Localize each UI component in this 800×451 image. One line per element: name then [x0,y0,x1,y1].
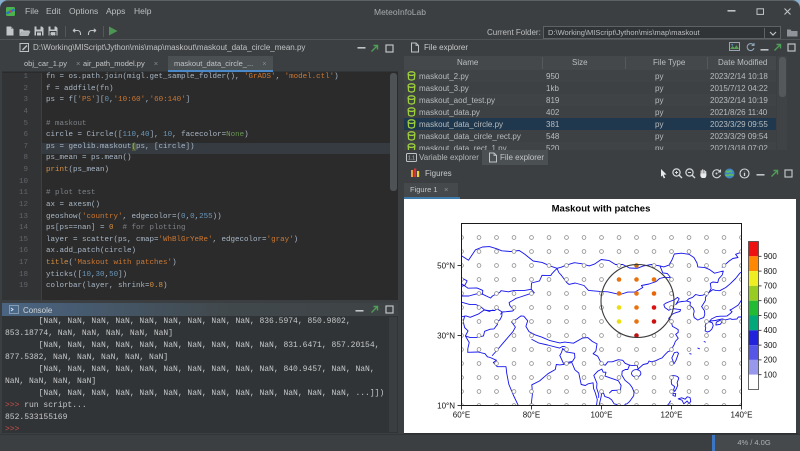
svg-text:400: 400 [764,326,778,335]
svg-text:100: 100 [764,370,778,379]
svg-text:700: 700 [764,281,778,290]
svg-text:200: 200 [764,355,778,364]
svg-text:1.1: 1.1 [408,156,415,162]
svg-text:900: 900 [764,252,778,261]
svg-text:Maskout with patches: Maskout with patches [552,203,651,214]
svg-text:800: 800 [764,266,778,275]
svg-text:100°E: 100°E [591,410,613,419]
svg-text:50°N: 50°N [437,261,455,270]
svg-text:140°E: 140°E [731,410,753,419]
svg-text:30°N: 30°N [437,331,455,340]
svg-text:500: 500 [764,311,778,320]
svg-text:60°E: 60°E [453,410,470,419]
svg-text:120°E: 120°E [661,410,683,419]
svg-text:10°N: 10°N [437,401,455,410]
svg-text:300: 300 [764,340,778,349]
svg-text:80°E: 80°E [523,410,540,419]
svg-text:600: 600 [764,296,778,305]
